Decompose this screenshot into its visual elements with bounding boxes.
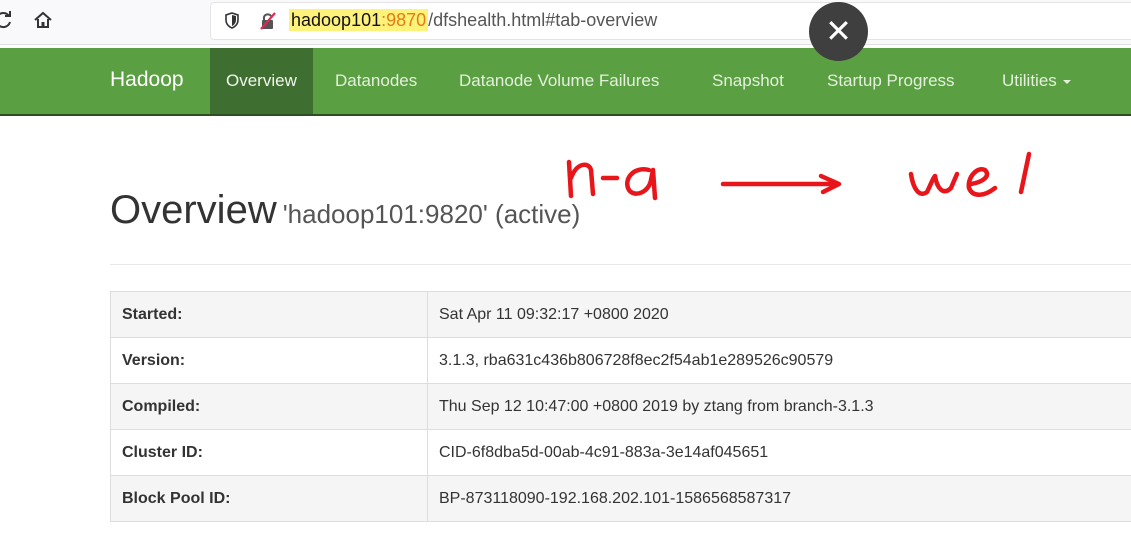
row-key-version: Version: — [110, 337, 428, 384]
row-key-cluster-id: Cluster ID: — [110, 429, 428, 476]
table-row: Block Pool ID: BP-873118090-192.168.202.… — [110, 475, 1131, 522]
url-hostname: hadoop101 — [291, 10, 382, 30]
close-icon[interactable]: ✕ — [809, 2, 868, 61]
url-port: :9870 — [381, 10, 427, 30]
nav-item-datanode-volume-failures[interactable]: Datanode Volume Failures — [459, 48, 659, 114]
row-value-version: 3.1.3, rba631c436b806728f8ec2f54ab1e2895… — [427, 337, 1131, 384]
url-bar[interactable]: hadoop101:9870/dfshealth.html#tab-overvi… — [210, 2, 1131, 40]
nav-item-snapshot[interactable]: Snapshot — [712, 48, 784, 114]
page-title-namenode: 'hadoop101:9820' (active) — [282, 199, 581, 229]
url-host: hadoop101:9870 — [289, 9, 429, 31]
navbar-brand[interactable]: Hadoop — [110, 68, 184, 92]
caret-down-icon — [1062, 79, 1071, 84]
nav-item-overview[interactable]: Overview — [210, 48, 313, 114]
insecure-lock-icon[interactable] — [259, 12, 277, 30]
url-text[interactable]: hadoop101:9870/dfshealth.html#tab-overvi… — [289, 9, 658, 31]
row-value-started: Sat Apr 11 09:32:17 +0800 2020 — [427, 291, 1131, 338]
divider — [110, 264, 1131, 265]
page-title: Overview'hadoop101:9820' (active) — [110, 188, 580, 233]
row-value-cluster-id: CID-6f8dba5d-00ab-4c91-883a-3e14af045651 — [427, 429, 1131, 476]
browser-toolbar: hadoop101:9870/dfshealth.html#tab-overvi… — [0, 0, 1131, 45]
table-row: Started: Sat Apr 11 09:32:17 +0800 2020 — [110, 291, 1131, 338]
row-value-compiled: Thu Sep 12 10:47:00 +0800 2019 by ztang … — [427, 383, 1131, 430]
home-icon[interactable] — [31, 8, 55, 32]
row-key-block-pool-id: Block Pool ID: — [110, 475, 428, 522]
table-row: Cluster ID: CID-6f8dba5d-00ab-4c91-883a-… — [110, 429, 1131, 476]
row-key-compiled: Compiled: — [110, 383, 428, 430]
nav-item-utilities-label: Utilities — [1002, 71, 1057, 90]
reload-icon[interactable] — [0, 8, 16, 32]
row-key-started: Started: — [110, 291, 428, 338]
table-row: Compiled: Thu Sep 12 10:47:00 +0800 2019… — [110, 383, 1131, 430]
navbar: Hadoop Overview Datanodes Datanode Volum… — [0, 48, 1131, 116]
handwritten-annotation — [566, 151, 1032, 201]
table-row: Version: 3.1.3, rba631c436b806728f8ec2f5… — [110, 337, 1131, 384]
nav-item-datanodes[interactable]: Datanodes — [335, 48, 417, 114]
url-path: /dfshealth.html#tab-overview — [428, 10, 658, 30]
page-title-main: Overview — [110, 188, 277, 232]
shield-icon[interactable] — [225, 12, 239, 29]
row-value-block-pool-id: BP-873118090-192.168.202.101-15865685873… — [427, 475, 1131, 522]
nav-item-utilities[interactable]: Utilities — [1002, 48, 1071, 114]
page: hadoop101:9870/dfshealth.html#tab-overvi… — [0, 0, 1131, 543]
overview-table: Started: Sat Apr 11 09:32:17 +0800 2020 … — [110, 291, 1131, 522]
